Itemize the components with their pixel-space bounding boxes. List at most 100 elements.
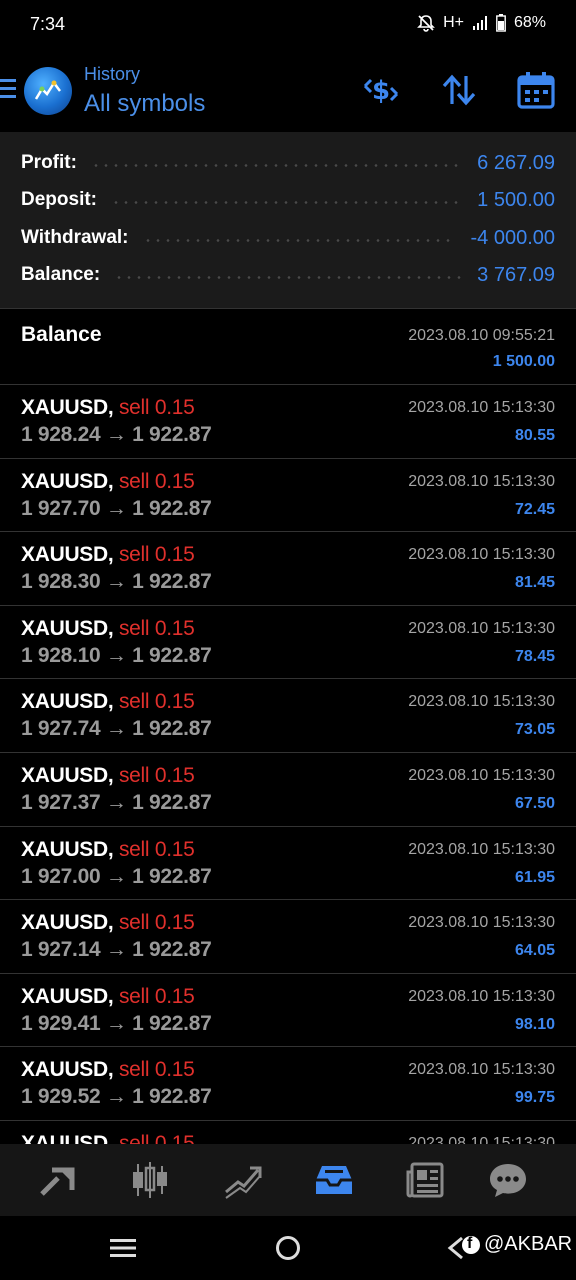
nav-messages[interactable] xyxy=(488,1160,528,1200)
symbol-name: XAUUSD, xyxy=(21,1132,114,1144)
deal-profit: 73.05 xyxy=(514,721,555,738)
deal-profit: 67.50 xyxy=(514,795,555,812)
deal-side: sell 0.15 xyxy=(118,396,195,419)
deal-profit: 78.45 xyxy=(514,648,555,665)
deal-time: 2023.08.10 15:13:30 xyxy=(408,620,555,637)
nav-news[interactable] xyxy=(406,1160,446,1200)
chart-icon xyxy=(133,1162,167,1198)
deal-row[interactable]: XAUUSD, sell 0.15 1 927.14 → 1 922.87 20… xyxy=(0,899,576,973)
sort-button[interactable] xyxy=(439,70,479,110)
calendar-button[interactable] xyxy=(516,70,556,110)
battery-level: 68% xyxy=(513,14,546,31)
app-header: History All symbols $ xyxy=(0,48,576,132)
deal-time: 2023.08.10 15:13:30 xyxy=(408,1061,555,1078)
nav-chart[interactable] xyxy=(130,1160,170,1200)
watermark: @AKBAR xyxy=(462,1233,572,1256)
deal-symbol: XAUUSD, sell 0.15 xyxy=(21,396,195,420)
deal-time: 2023.08.10 15:13:30 xyxy=(408,914,555,931)
currency-exchange-button[interactable]: $ xyxy=(361,70,401,110)
summary-value: 3 767.09 xyxy=(477,263,555,286)
deal-prices: 1 927.14 → 1 922.87 xyxy=(21,938,212,961)
calendar-icon xyxy=(517,72,555,109)
symbol-name: XAUUSD, xyxy=(21,985,114,1008)
status-icons: H+ 68% xyxy=(417,14,546,32)
deal-side: sell 0.15 xyxy=(118,1132,195,1144)
sort-icon xyxy=(442,74,476,106)
system-navigation-bar: @AKBAR xyxy=(0,1216,576,1280)
deal-row[interactable]: XAUUSD, sell 0.15 1 928.10 → 1 922.87 20… xyxy=(0,605,576,679)
deal-profit: 80.55 xyxy=(514,427,555,444)
symbol-name: XAUUSD, xyxy=(21,690,114,713)
deal-row[interactable]: XAUUSD, sell 0.15 1 927.74 → 1 922.87 20… xyxy=(0,678,576,752)
deal-prices: 1 928.24 → 1 922.87 xyxy=(21,423,212,446)
deal-row[interactable]: XAUUSD, sell 0.15 1 927.70 → 1 922.87 20… xyxy=(0,458,576,532)
deal-symbol: XAUUSD, sell 0.15 xyxy=(21,690,195,714)
deal-symbol: XAUUSD, sell 0.15 xyxy=(21,1058,195,1082)
history-summary: Profit: 6 267.09 Deposit: 1 500.00 Withd… xyxy=(0,132,576,308)
dot-leader xyxy=(90,163,464,167)
deal-row[interactable]: XAUUSD, sell 0.15 2023.08.10 15:13:30 xyxy=(0,1120,576,1144)
deal-prices: 1 927.37 → 1 922.87 xyxy=(21,791,212,814)
summary-value: -4 000.00 xyxy=(470,226,555,249)
nav-quotes[interactable] xyxy=(38,1160,78,1200)
home-button[interactable] xyxy=(276,1236,300,1260)
recents-icon[interactable] xyxy=(110,1238,136,1258)
menu-icon[interactable] xyxy=(0,78,16,100)
summary-row-balance: Balance: 3 767.09 xyxy=(21,260,555,290)
summary-row-withdrawal: Withdrawal: -4 000.00 xyxy=(21,223,555,253)
logo-icon xyxy=(34,80,61,100)
deal-row[interactable]: XAUUSD, sell 0.15 1 927.37 → 1 922.87 20… xyxy=(0,752,576,826)
header-title[interactable]: All symbols xyxy=(84,90,205,118)
deal-time: 2023.08.10 15:13:30 xyxy=(408,693,555,710)
deal-side: sell 0.15 xyxy=(118,543,195,566)
deal-prices: 1 929.52 → 1 922.87 xyxy=(21,1085,212,1108)
symbol-name: XAUUSD, xyxy=(21,838,114,861)
symbol-name: XAUUSD, xyxy=(21,911,114,934)
deal-profit: 72.45 xyxy=(514,501,555,518)
balance-operation-row[interactable]: Balance 2023.08.10 09:55:21 1 500.00 xyxy=(0,308,576,384)
currency-exchange-icon: $ xyxy=(363,76,399,106)
deal-symbol: XAUUSD, sell 0.15 xyxy=(21,1132,195,1144)
deal-row[interactable]: XAUUSD, sell 0.15 1 929.52 → 1 922.87 20… xyxy=(0,1046,576,1120)
summary-row-deposit: Deposit: 1 500.00 xyxy=(21,185,555,215)
facebook-icon xyxy=(462,1235,480,1254)
deal-profit: 61.95 xyxy=(514,869,555,886)
deal-side: sell 0.15 xyxy=(118,838,195,861)
deal-symbol: XAUUSD, sell 0.15 xyxy=(21,470,195,494)
deal-prices: 1 928.30 → 1 922.87 xyxy=(21,570,212,593)
svg-text:$: $ xyxy=(372,76,390,106)
deal-list[interactable]: Balance 2023.08.10 09:55:21 1 500.00 XAU… xyxy=(0,308,576,1144)
deal-profit: 64.05 xyxy=(514,942,555,959)
deal-prices: 1 927.70 → 1 922.87 xyxy=(21,497,212,520)
nav-history[interactable] xyxy=(314,1160,354,1200)
deal-time: 2023.08.10 15:13:30 xyxy=(408,841,555,858)
deal-symbol: XAUUSD, sell 0.15 xyxy=(21,911,195,935)
deal-profit: 81.45 xyxy=(514,574,555,591)
bottom-navigation xyxy=(0,1144,576,1216)
summary-row-profit: Profit: 6 267.09 xyxy=(21,148,555,178)
deal-profit: 99.75 xyxy=(514,1089,555,1106)
deal-symbol: XAUUSD, sell 0.15 xyxy=(21,985,195,1009)
deal-row[interactable]: XAUUSD, sell 0.15 1 928.24 → 1 922.87 20… xyxy=(0,384,576,458)
deal-row[interactable]: XAUUSD, sell 0.15 1 927.00 → 1 922.87 20… xyxy=(0,826,576,900)
deal-side: sell 0.15 xyxy=(118,1058,195,1081)
news-icon xyxy=(406,1162,444,1198)
deal-side: sell 0.15 xyxy=(118,470,195,493)
deal-time: 2023.08.10 15:13:30 xyxy=(408,988,555,1005)
deal-time: 2023.08.10 15:13:30 xyxy=(408,473,555,490)
deal-time: 2023.08.10 15:13:30 xyxy=(408,1135,555,1144)
deal-profit: 1 500.00 xyxy=(492,353,555,370)
symbol-name: XAUUSD, xyxy=(21,470,114,493)
nav-trade[interactable] xyxy=(222,1160,262,1200)
deal-time: 2023.08.10 15:13:30 xyxy=(408,546,555,563)
deal-row[interactable]: XAUUSD, sell 0.15 1 929.41 → 1 922.87 20… xyxy=(0,973,576,1047)
network-type: H+ xyxy=(443,14,464,31)
dot-leader xyxy=(114,275,464,279)
quotes-icon xyxy=(40,1167,75,1196)
balance-operation-title: Balance xyxy=(21,323,102,346)
dot-leader xyxy=(111,200,464,204)
battery-icon xyxy=(496,14,506,32)
deal-symbol: XAUUSD, sell 0.15 xyxy=(21,764,195,788)
deal-row[interactable]: XAUUSD, sell 0.15 1 928.30 → 1 922.87 20… xyxy=(0,531,576,605)
signal-icon xyxy=(472,16,487,30)
